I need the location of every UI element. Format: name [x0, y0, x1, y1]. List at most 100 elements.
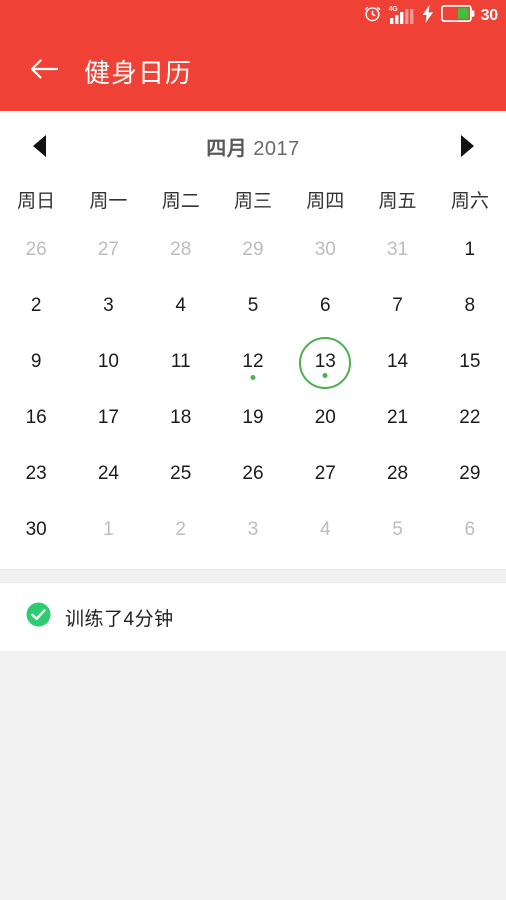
calendar-day-cell[interactable]: 27 [289, 447, 361, 503]
day-number: 1 [464, 238, 476, 260]
day-inner: 6 [444, 505, 496, 557]
calendar-day-cell[interactable]: 3 [217, 503, 289, 559]
month-label: 四月 [206, 137, 248, 160]
calendar-day-cell[interactable]: 2 [0, 279, 72, 335]
day-inner: 1 [444, 225, 496, 277]
year-label: 2017 [253, 137, 300, 160]
day-inner: 21 [372, 393, 424, 445]
day-number: 9 [30, 350, 42, 372]
previous-month-button[interactable] [26, 133, 52, 159]
calendar-day-cell[interactable]: 11 [145, 335, 217, 391]
calendar-day-cell[interactable]: 6 [289, 279, 361, 335]
page-title: 健身日历 [84, 58, 193, 88]
day-inner: 3 [82, 281, 134, 333]
calendar-day-cell[interactable]: 3 [72, 279, 144, 335]
calendar-day-cell[interactable]: 4 [145, 279, 217, 335]
day-number: 7 [392, 294, 403, 316]
day-inner: 15 [444, 337, 496, 389]
calendar-day-cell[interactable]: 5 [361, 503, 433, 559]
calendar-day-cell[interactable]: 30 [0, 503, 72, 559]
calendar-day-cell[interactable]: 10 [72, 335, 144, 391]
calendar-day-cell[interactable]: 18 [145, 391, 217, 447]
day-inner: 25 [155, 449, 207, 501]
weekday-header-4: 周四 [306, 190, 345, 212]
day-inner: 30 [10, 505, 62, 557]
calendar-day-cell[interactable]: 30 [289, 223, 361, 279]
calendar-day-cell[interactable]: 27 [72, 223, 144, 279]
day-inner: 7 [372, 281, 424, 333]
day-inner: 5 [372, 505, 424, 557]
calendar-day-cell[interactable]: 16 [0, 391, 72, 447]
calendar-day-cell[interactable]: 17 [72, 391, 144, 447]
day-inner: 31 [372, 225, 424, 277]
triangle-right-icon [460, 135, 474, 157]
day-number: 6 [464, 518, 476, 540]
calendar-day-cell[interactable]: 8 [434, 279, 506, 335]
calendar-day-cell[interactable]: 9 [0, 335, 72, 391]
calendar-day-cell[interactable]: 19 [217, 391, 289, 447]
calendar-day-cell[interactable]: 15 [434, 335, 506, 391]
weekday-header-1: 周一 [89, 190, 128, 212]
day-inner: 9 [10, 337, 62, 389]
calendar-day-cell[interactable]: 25 [145, 447, 217, 503]
day-inner: 24 [82, 449, 134, 501]
alarm-clock-icon [363, 4, 382, 28]
calendar-day-cell[interactable]: 28 [145, 223, 217, 279]
day-inner: 27 [299, 449, 351, 501]
weekday-header-3: 周三 [233, 190, 272, 212]
weekday-header-6: 周六 [450, 190, 489, 212]
day-number: 30 [314, 238, 336, 260]
weekday-header-5: 周五 [378, 190, 417, 212]
calendar-day-cell[interactable]: 21 [361, 391, 433, 447]
calendar-day-cell[interactable]: 20 [289, 391, 361, 447]
day-inner: 5 [227, 281, 279, 333]
calendar-day-cell[interactable]: 12 [217, 335, 289, 391]
day-inner: 6 [299, 281, 351, 333]
calendar-day-cell[interactable]: 14 [361, 335, 433, 391]
day-number: 25 [170, 462, 192, 484]
day-inner: 4 [155, 281, 207, 333]
weekday-header-row: 周日 周一 周二 周三 周四 周五 周六 [0, 175, 506, 223]
day-number: 19 [242, 406, 264, 428]
back-button[interactable] [16, 57, 72, 86]
day-inner: 11 [155, 337, 207, 389]
day-inner: 2 [155, 505, 207, 557]
day-number: 13 [314, 350, 336, 372]
status-bar-icons: 4G 30 [363, 4, 498, 28]
workout-event-dot [250, 375, 256, 380]
month-navigation: 四月 2017 [0, 117, 506, 175]
calendar-day-cell[interactable]: 5 [217, 279, 289, 335]
calendar-day-cell[interactable]: 1 [434, 223, 506, 279]
calendar-day-cell[interactable]: 13 [289, 335, 361, 391]
day-number: 26 [25, 238, 47, 260]
day-number: 10 [97, 350, 119, 372]
weekday-header-0: 周日 [17, 190, 56, 212]
calendar-day-cell[interactable]: 7 [361, 279, 433, 335]
calendar-day-cell[interactable]: 4 [289, 503, 361, 559]
calendar-day-cell[interactable]: 31 [361, 223, 433, 279]
day-inner: 16 [10, 393, 62, 445]
calendar-day-cell[interactable]: 29 [217, 223, 289, 279]
calendar-day-cell[interactable]: 26 [0, 223, 72, 279]
back-arrow-icon [29, 57, 59, 86]
calendar-day-cell[interactable]: 2 [145, 503, 217, 559]
day-inner: 27 [82, 225, 134, 277]
calendar-day-cell[interactable]: 22 [434, 391, 506, 447]
day-inner: 3 [227, 505, 279, 557]
weekday-header-2: 周二 [161, 190, 200, 212]
calendar-day-cell[interactable]: 28 [361, 447, 433, 503]
day-inner: 19 [227, 393, 279, 445]
calendar-day-cell[interactable]: 6 [434, 503, 506, 559]
page-background-filler [0, 651, 506, 900]
calendar-day-cell[interactable]: 23 [0, 447, 72, 503]
training-summary-row[interactable]: 训练了4分钟 [0, 583, 506, 651]
training-summary-text: 训练了4分钟 [65, 608, 174, 630]
calendar-day-cell[interactable]: 24 [72, 447, 144, 503]
next-month-button[interactable] [454, 133, 480, 159]
day-number: 1 [103, 518, 114, 540]
day-inner: 28 [372, 449, 424, 501]
calendar-day-cell[interactable]: 26 [217, 447, 289, 503]
calendar-day-cell[interactable]: 1 [72, 503, 144, 559]
day-inner: 1 [82, 505, 134, 557]
calendar-day-cell[interactable]: 29 [434, 447, 506, 503]
